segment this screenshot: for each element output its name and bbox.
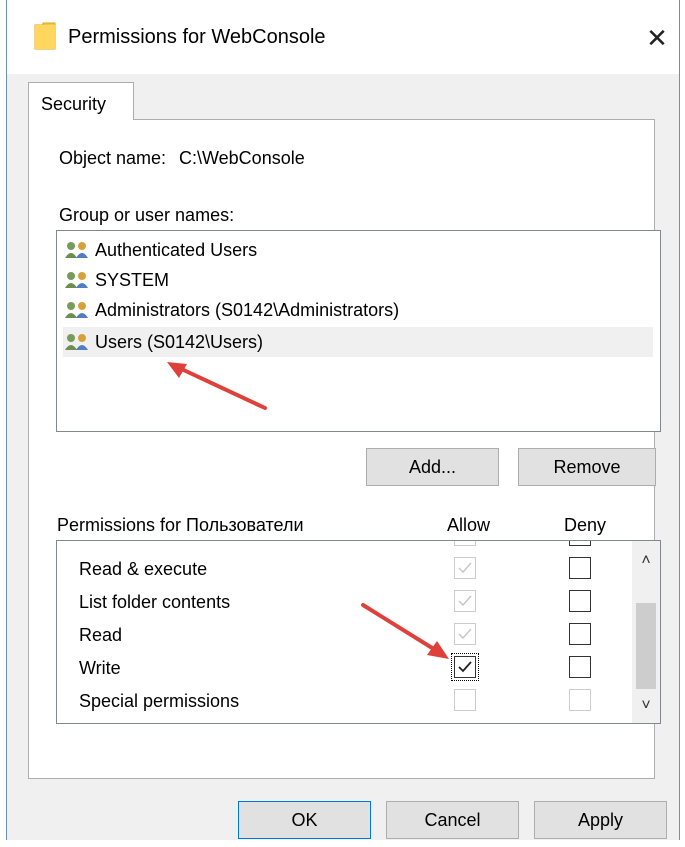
apply-button[interactable]: Apply xyxy=(534,801,667,839)
deny-checkbox[interactable] xyxy=(569,623,591,645)
allow-checkbox xyxy=(454,623,476,645)
list-item-label: Administrators (S0142\Administrators) xyxy=(95,299,400,320)
permission-name: List folder contents xyxy=(79,592,231,612)
permissions-dialog: Permissions for WebConsole ✕ Security Ob… xyxy=(6,0,680,840)
list-item-label: Users (S0142\Users) xyxy=(95,331,264,352)
allow-column-header: Allow xyxy=(447,515,491,535)
deny-checkbox[interactable] xyxy=(569,541,591,546)
list-item[interactable]: Administrators (S0142\Administrators) xyxy=(63,295,399,325)
allow-checkbox[interactable] xyxy=(451,653,479,681)
deny-checkbox[interactable] xyxy=(569,590,591,612)
allow-checkbox xyxy=(454,541,476,546)
close-button[interactable]: ✕ xyxy=(635,18,679,58)
permissions-scrollbar[interactable]: ˄ ˅ xyxy=(632,541,660,723)
users-icon xyxy=(65,334,88,350)
list-item[interactable]: Authenticated Users xyxy=(63,235,257,265)
check-icon xyxy=(458,628,472,640)
dialog-body: Security Object name: C:\WebConsole Grou… xyxy=(7,74,679,840)
allow-checkbox xyxy=(454,689,476,711)
ok-button[interactable]: OK xyxy=(238,801,371,839)
permission-name: Write xyxy=(79,658,121,678)
allow-checkbox xyxy=(454,557,476,579)
object-name-value: C:\WebConsole xyxy=(179,148,305,168)
list-item-selected[interactable]: Users (S0142\Users) xyxy=(63,327,653,357)
tab-security[interactable]: Security xyxy=(28,82,134,120)
deny-checkbox xyxy=(569,689,591,711)
cancel-button[interactable]: Cancel xyxy=(386,801,519,839)
allow-checkbox xyxy=(454,590,476,612)
table-row: Read xyxy=(57,618,627,651)
annotation-arrow xyxy=(167,362,267,410)
window-title: Permissions for WebConsole xyxy=(68,26,326,48)
table-row: Read & execute xyxy=(57,552,627,585)
check-icon xyxy=(458,661,472,673)
chevron-down-icon: ˅ xyxy=(641,697,651,714)
permission-name: Special permissions xyxy=(79,691,240,711)
permission-name: Read xyxy=(79,625,123,645)
check-icon xyxy=(458,595,472,607)
permission-name: Read & execute xyxy=(79,559,208,579)
annotation-arrow xyxy=(361,603,449,659)
list-item[interactable]: SYSTEM xyxy=(63,265,169,295)
deny-column-header: Deny xyxy=(564,515,607,535)
table-row xyxy=(57,541,627,552)
scroll-down-button[interactable]: ˅ xyxy=(632,689,660,723)
table-row: List folder contents xyxy=(57,585,627,618)
check-icon xyxy=(458,562,472,574)
group-names-label: Group or user names: xyxy=(59,205,235,225)
table-row: Write xyxy=(57,651,627,684)
deny-checkbox[interactable] xyxy=(569,557,591,579)
permissions-label: Permissions for Пользователи xyxy=(57,515,304,535)
deny-checkbox[interactable] xyxy=(569,656,591,678)
users-icon xyxy=(65,242,88,258)
chevron-up-icon: ˄ xyxy=(641,552,651,569)
close-icon: ✕ xyxy=(646,23,668,53)
folder-icon xyxy=(34,22,56,50)
add-button[interactable]: Add... xyxy=(366,448,499,486)
security-panel: Object name: C:\WebConsole Group or user… xyxy=(28,119,661,779)
permissions-list[interactable]: Read & execute List folder contents Read xyxy=(56,540,661,724)
table-row: Special permissions xyxy=(57,684,627,717)
scroll-up-button[interactable]: ˄ xyxy=(632,541,660,581)
users-icon xyxy=(65,272,88,288)
scroll-thumb[interactable] xyxy=(636,603,656,689)
object-name-label: Object name: xyxy=(59,148,167,168)
list-item-label: Authenticated Users xyxy=(95,239,258,260)
list-item-label: SYSTEM xyxy=(95,269,170,290)
user-list[interactable]: Authenticated Users SYSTEM Administrator… xyxy=(56,230,661,432)
remove-button[interactable]: Remove xyxy=(518,448,656,486)
title-bar: Permissions for WebConsole ✕ xyxy=(7,0,679,74)
users-icon xyxy=(65,302,88,318)
